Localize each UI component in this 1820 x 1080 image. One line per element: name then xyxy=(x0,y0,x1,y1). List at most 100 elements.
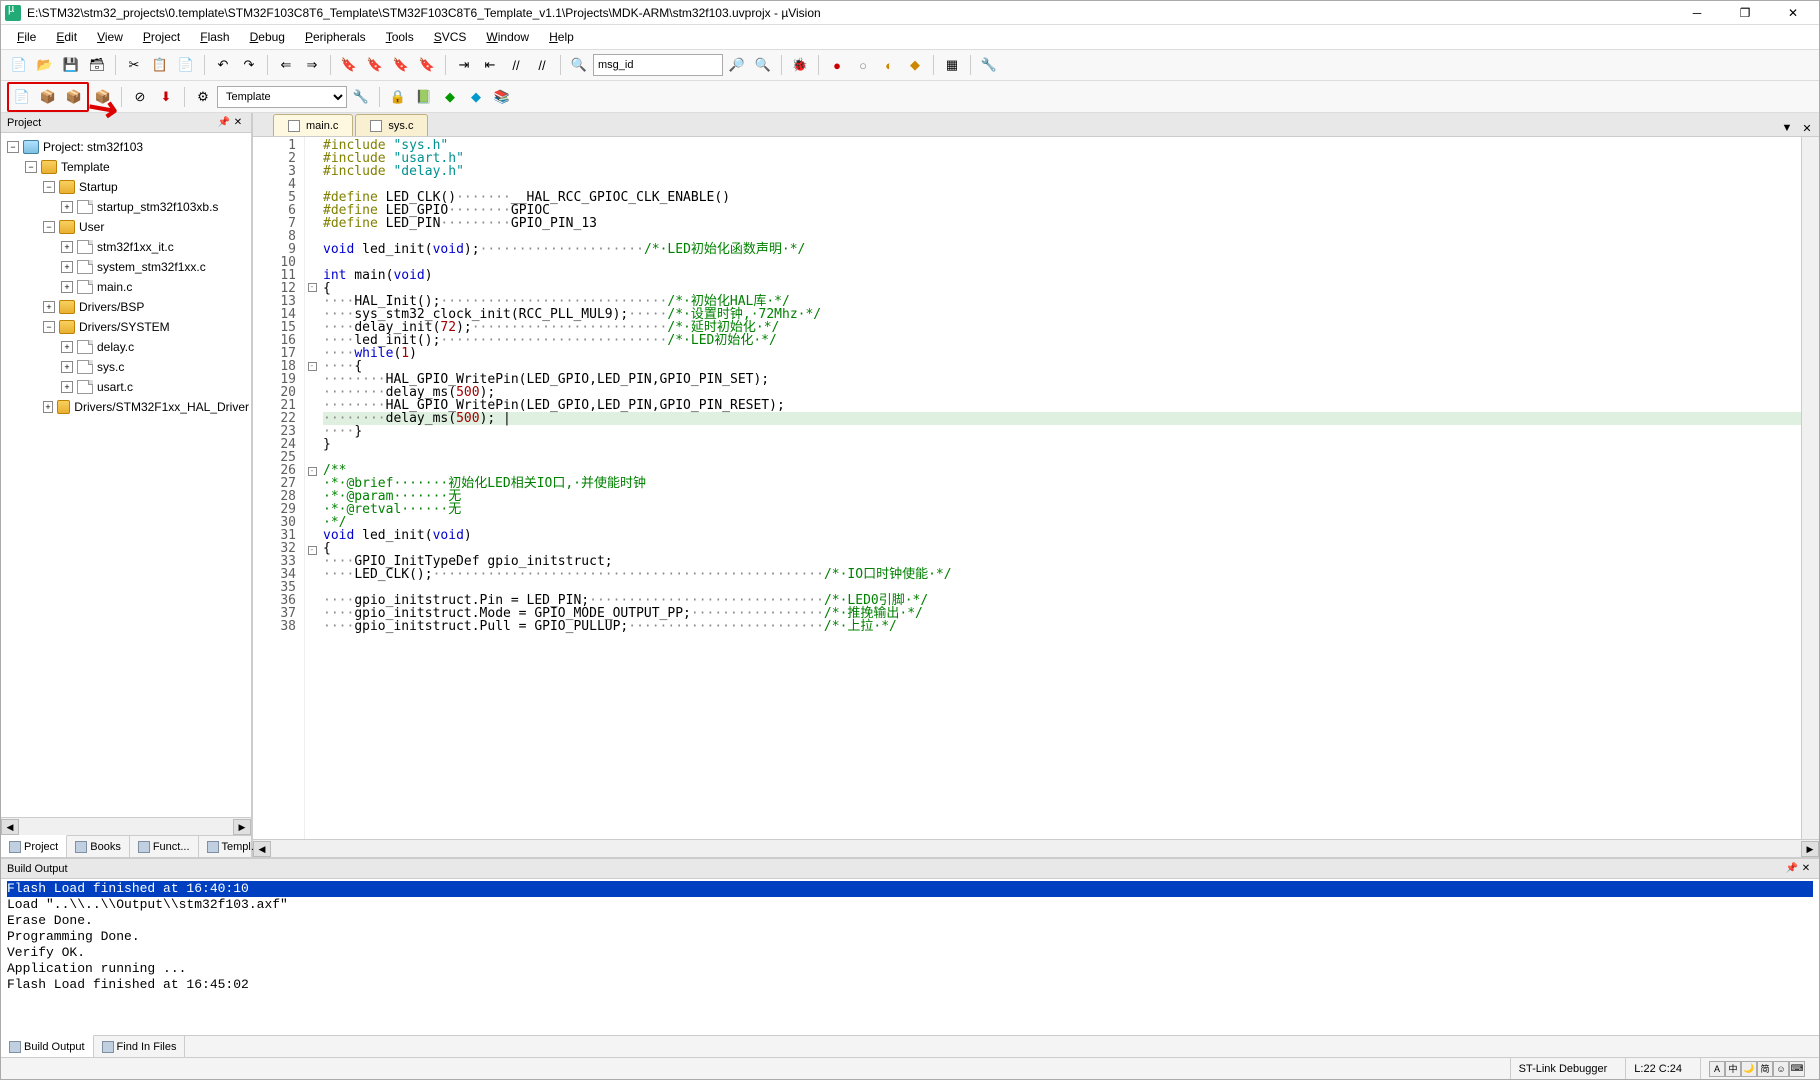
output-tab-build-output[interactable]: Build Output xyxy=(1,1035,94,1057)
reload-packs-button[interactable]: ◆ xyxy=(464,85,488,109)
redo-button[interactable]: ↷ xyxy=(237,53,261,77)
tree-group-Drivers-BSP[interactable]: +Drivers/BSP xyxy=(3,297,249,317)
breakpoint-insert-button[interactable]: ● xyxy=(825,53,849,77)
stop-build-button[interactable]: ⊘ xyxy=(128,85,152,109)
pin-icon[interactable]: 📌 xyxy=(217,116,231,130)
breakpoint-kill-button[interactable]: ◆ xyxy=(903,53,927,77)
output-panel-header: Build Output 📌 ✕ xyxy=(1,859,1819,879)
target-select[interactable]: Template xyxy=(217,86,347,108)
menu-file[interactable]: File xyxy=(7,27,46,47)
bookmark-clear-button[interactable]: 🔖 xyxy=(415,53,439,77)
bookmark-toggle-button[interactable]: 🔖 xyxy=(337,53,361,77)
toolbar-main: 📄 📂 💾 🗃 ✂ 📋 📄 ↶ ↷ ⇐ ⇒ 🔖 🔖 🔖 🔖 ⇥ ⇤ // // … xyxy=(1,49,1819,81)
select-packs-button[interactable]: 📗 xyxy=(412,85,436,109)
menu-flash[interactable]: Flash xyxy=(190,27,239,47)
manage-rte-button[interactable]: 🔒 xyxy=(386,85,410,109)
menu-svcs[interactable]: SVCS xyxy=(424,27,477,47)
editor-tab-sys.c[interactable]: sys.c xyxy=(355,114,428,136)
uncomment-button[interactable]: // xyxy=(530,53,554,77)
editor-vscroll[interactable] xyxy=(1801,137,1819,839)
find-button[interactable]: 🔍 xyxy=(567,53,591,77)
find-in-files-button[interactable]: 🔎 xyxy=(725,53,749,77)
incremental-find-button[interactable]: 🔍 xyxy=(751,53,775,77)
save-button[interactable]: 💾 xyxy=(59,53,83,77)
breakpoint-enable-button[interactable]: ○ xyxy=(851,53,875,77)
output-close-icon[interactable]: ✕ xyxy=(1799,862,1813,876)
moon-icon: 🌙 xyxy=(1741,1061,1757,1077)
bookmark-next-button[interactable]: 🔖 xyxy=(389,53,413,77)
debug-button[interactable]: 🐞 xyxy=(788,53,812,77)
sidebar-tab-project[interactable]: Project xyxy=(1,835,67,857)
window-title: E:\STM32\stm32_projects\0.template\STM32… xyxy=(27,6,1675,20)
batch-build-button[interactable]: 📦 xyxy=(91,85,115,109)
menu-view[interactable]: View xyxy=(87,27,133,47)
tree-file-usart.c[interactable]: +usart.c xyxy=(3,377,249,397)
tree-group-Drivers-STM32F1xx_HAL_Driver[interactable]: +Drivers/STM32F1xx_HAL_Driver xyxy=(3,397,249,417)
tree-target[interactable]: −Template xyxy=(3,157,249,177)
editor-tab-main.c[interactable]: main.c xyxy=(273,114,353,136)
pack-installer-button[interactable]: ◆ xyxy=(438,85,462,109)
project-tree[interactable]: −Project: stm32f103−Template−Startup+sta… xyxy=(1,133,251,817)
target-options-button[interactable]: ⚙ xyxy=(191,85,215,109)
open-file-button[interactable]: 📂 xyxy=(33,53,57,77)
build-button[interactable]: 📦 xyxy=(36,85,60,109)
tab-close-icon[interactable]: ✕ xyxy=(1799,120,1815,136)
maximize-button[interactable]: ❐ xyxy=(1723,2,1767,24)
output-pin-icon[interactable]: 📌 xyxy=(1785,862,1799,876)
comment-button[interactable]: // xyxy=(504,53,528,77)
sidebar-hscroll[interactable]: ◀▶ xyxy=(1,817,251,835)
tree-file-delay.c[interactable]: +delay.c xyxy=(3,337,249,357)
tree-group-Startup[interactable]: −Startup xyxy=(3,177,249,197)
output-tab-find-in-files[interactable]: Find In Files xyxy=(94,1036,186,1057)
tree-file-startup_stm32f103xb.s[interactable]: +startup_stm32f103xb.s xyxy=(3,197,249,217)
minimize-button[interactable]: ─ xyxy=(1675,2,1719,24)
tree-file-main.c[interactable]: +main.c xyxy=(3,277,249,297)
tree-file-sys.c[interactable]: +sys.c xyxy=(3,357,249,377)
output-tabs: Build OutputFind In Files xyxy=(1,1035,1819,1057)
save-all-button[interactable]: 🗃 xyxy=(85,53,109,77)
tab-dropdown-icon[interactable]: ▼ xyxy=(1779,120,1795,136)
menu-tools[interactable]: Tools xyxy=(376,27,424,47)
tree-group-Drivers-SYSTEM[interactable]: −Drivers/SYSTEM xyxy=(3,317,249,337)
indent-button[interactable]: ⇥ xyxy=(452,53,476,77)
tree-project-root[interactable]: −Project: stm32f103 xyxy=(3,137,249,157)
nav-back-button[interactable]: ⇐ xyxy=(274,53,298,77)
sidebar-tabs: ProjectBooksFunct...Templ... xyxy=(1,835,251,857)
cut-button[interactable]: ✂ xyxy=(122,53,146,77)
close-button[interactable]: ✕ xyxy=(1771,2,1815,24)
outdent-button[interactable]: ⇤ xyxy=(478,53,502,77)
paste-button[interactable]: 📄 xyxy=(174,53,198,77)
breakpoint-disable-button[interactable]: ◐ xyxy=(877,53,901,77)
tree-file-system_stm32f1xx.c[interactable]: +system_stm32f1xx.c xyxy=(3,257,249,277)
menu-debug[interactable]: Debug xyxy=(240,27,295,47)
editor-hscroll[interactable]: ◀▶ xyxy=(253,839,1819,857)
menu-help[interactable]: Help xyxy=(539,27,584,47)
tree-group-User[interactable]: −User xyxy=(3,217,249,237)
configure-button[interactable]: 🔧 xyxy=(977,53,1001,77)
panel-close-icon[interactable]: ✕ xyxy=(231,116,245,130)
window-layout-button[interactable]: ▦ xyxy=(940,53,964,77)
nav-forward-button[interactable]: ⇒ xyxy=(300,53,324,77)
bookmark-prev-button[interactable]: 🔖 xyxy=(363,53,387,77)
menu-peripherals[interactable]: Peripherals xyxy=(295,27,376,47)
rebuild-button[interactable]: 📦 xyxy=(62,85,86,109)
code-editor[interactable]: 1234567891011121314151617181920212223242… xyxy=(253,137,1819,839)
copy-button[interactable]: 📋 xyxy=(148,53,172,77)
tree-file-stm32f1xx_it.c[interactable]: +stm32f1xx_it.c xyxy=(3,237,249,257)
menu-project[interactable]: Project xyxy=(133,27,190,47)
manage-targets-button[interactable]: 🔧 xyxy=(349,85,373,109)
sidebar-tab-books[interactable]: Books xyxy=(67,836,130,857)
menubar: FileEditViewProjectFlashDebugPeripherals… xyxy=(1,25,1819,49)
translate-button[interactable]: 📄 xyxy=(10,85,34,109)
new-file-button[interactable]: 📄 xyxy=(7,53,31,77)
undo-button[interactable]: ↶ xyxy=(211,53,235,77)
code-content[interactable]: #include "sys.h"#include "usart.h"#inclu… xyxy=(319,137,1801,839)
sidebar-tab-funct[interactable]: Funct... xyxy=(130,836,199,857)
menu-window[interactable]: Window xyxy=(476,27,539,47)
download-button[interactable]: ⬇ xyxy=(154,85,178,109)
fold-column[interactable]: ---- xyxy=(305,137,319,839)
search-combo[interactable] xyxy=(593,54,723,76)
menu-edit[interactable]: Edit xyxy=(46,27,87,47)
output-body[interactable]: Flash Load finished at 16:40:10Load "..\… xyxy=(1,879,1819,1035)
books-button[interactable]: 📚 xyxy=(490,85,514,109)
